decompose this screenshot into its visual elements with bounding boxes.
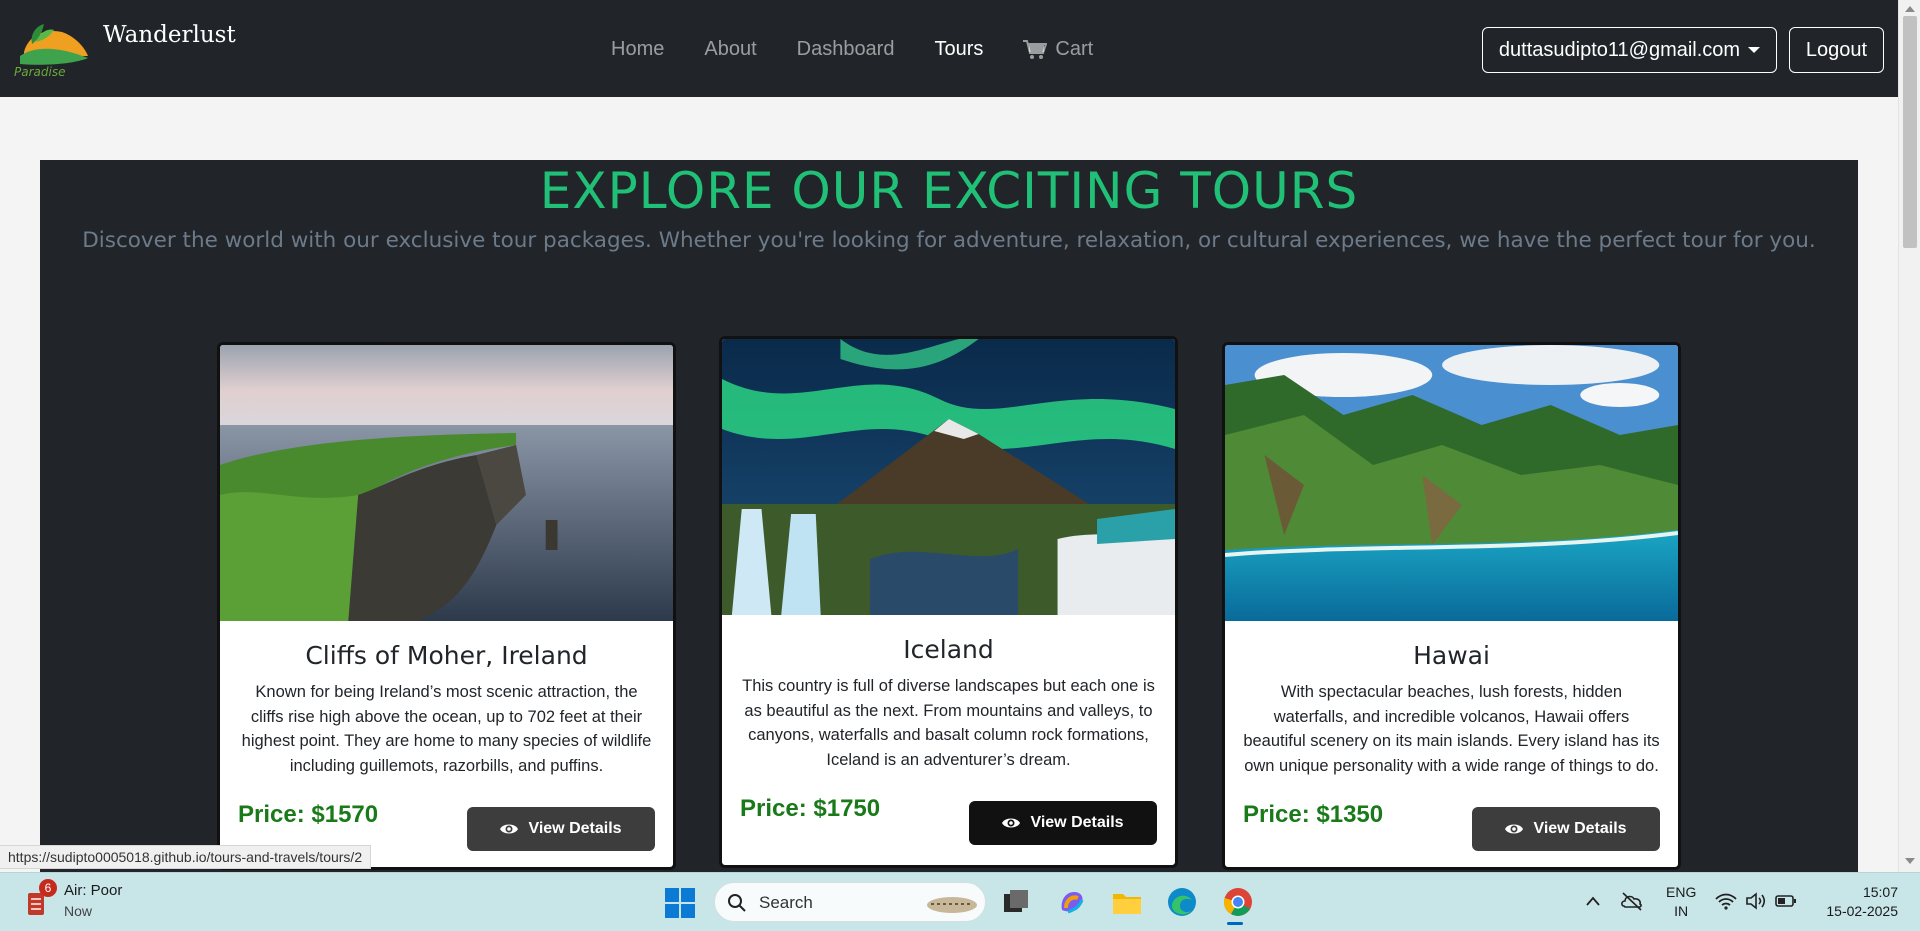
view-details-label: View Details xyxy=(1030,814,1124,831)
logout-button[interactable]: Logout xyxy=(1789,27,1884,73)
nav-about[interactable]: About xyxy=(704,38,756,61)
taskbar: 6 Air: Poor Now Search ENG IN 15:07 15-0… xyxy=(0,872,1920,931)
nav-dashboard[interactable]: Dashboard xyxy=(797,38,895,61)
tour-price: Price: $1350 xyxy=(1243,801,1384,828)
search-highlight-icon xyxy=(927,897,977,913)
tour-description: Known for being Ireland’s most scenic at… xyxy=(241,683,652,775)
eye-icon xyxy=(1002,818,1021,828)
nav-tours[interactable]: Tours xyxy=(934,38,983,61)
iceland-image xyxy=(722,339,1175,615)
clock-date: 15-02-2025 xyxy=(1826,903,1898,919)
view-details-button[interactable]: View Details xyxy=(467,807,655,851)
brand-name[interactable]: Wanderlust xyxy=(103,22,236,48)
tour-price: Price: $1570 xyxy=(238,801,379,828)
view-details-button[interactable]: View Details xyxy=(1472,807,1660,851)
search-label: Search xyxy=(759,893,813,912)
language-indicator[interactable]: ENG IN xyxy=(1666,883,1696,921)
weather-subtitle: Now xyxy=(64,903,93,919)
eye-icon xyxy=(1505,824,1524,834)
tour-title: Hawai xyxy=(1413,641,1490,670)
windows-start-icon[interactable] xyxy=(665,888,695,918)
tour-title: Cliffs of Moher, Ireland xyxy=(305,641,588,670)
page-subtitle: Discover the world with our exclusive to… xyxy=(82,228,1816,253)
cliffs-of-moher-image xyxy=(220,345,673,621)
caret-down-icon xyxy=(1748,47,1761,53)
task-view-icon[interactable] xyxy=(1000,886,1032,918)
copilot-icon[interactable] xyxy=(1056,886,1088,918)
scroll-down-arrow-icon[interactable] xyxy=(1905,858,1915,864)
card-footer: Price: $1350 View Details xyxy=(1225,795,1678,867)
battery-icon[interactable] xyxy=(1774,890,1798,912)
user-email: duttasudipto11@gmail.com xyxy=(1498,38,1741,61)
nav-home[interactable]: Home xyxy=(611,38,664,61)
scroll-thumb[interactable] xyxy=(1903,16,1917,248)
language-code: ENG xyxy=(1666,884,1697,900)
hawai-image xyxy=(1225,345,1678,621)
tour-card-iceland: Iceland This country is full of diverse … xyxy=(719,336,1178,868)
paradise-logo[interactable]: Paradise xyxy=(14,16,92,78)
chrome-browser-icon[interactable] xyxy=(1222,886,1254,918)
region-code: IN xyxy=(1674,903,1689,919)
cart-icon xyxy=(1023,39,1048,59)
page-title: EXPLORE OUR EXCITING TOURS xyxy=(539,162,1359,220)
svg-text:Paradise: Paradise xyxy=(14,65,65,78)
nav-links: Home About Dashboard Tours Cart xyxy=(611,38,1133,61)
nav-cart[interactable]: Cart xyxy=(1023,38,1093,61)
weather-badge: 6 xyxy=(39,879,57,897)
view-details-button[interactable]: View Details xyxy=(969,801,1157,845)
user-menu-dropdown[interactable]: duttasudipto11@gmail.com xyxy=(1482,27,1777,73)
taskbar-search[interactable]: Search xyxy=(714,882,986,922)
tour-title: Iceland xyxy=(903,635,994,664)
nav-cart-label: Cart xyxy=(1055,38,1094,60)
wifi-icon[interactable] xyxy=(1714,890,1738,912)
tour-card-cliffs-of-moher: Cliffs of Moher, Ireland Known for being… xyxy=(217,342,676,870)
file-explorer-icon[interactable] xyxy=(1111,886,1143,918)
system-clock[interactable]: 15:07 15-02-2025 xyxy=(1818,883,1898,921)
eye-icon xyxy=(500,824,519,834)
volume-icon[interactable] xyxy=(1744,890,1768,912)
search-icon xyxy=(728,894,746,912)
tour-card-hawai: Hawai With spectacular beaches, lush for… xyxy=(1222,342,1681,870)
navbar: Paradise Wanderlust Home About Dashboard… xyxy=(0,0,1898,97)
onedrive-offline-icon[interactable] xyxy=(1620,890,1644,912)
chevron-up-icon[interactable] xyxy=(1586,896,1600,906)
view-details-label: View Details xyxy=(528,820,622,837)
tour-description: This country is full of diverse landscap… xyxy=(742,677,1155,769)
scroll-up-arrow-icon[interactable] xyxy=(1905,6,1915,12)
page-scrollbar[interactable] xyxy=(1898,0,1920,872)
active-app-indicator xyxy=(1227,922,1243,925)
link-preview-status: https://sudipto0005018.github.io/tours-a… xyxy=(0,845,372,869)
weather-title[interactable]: Air: Poor xyxy=(64,882,122,899)
tour-description: With spectacular beaches, lush forests, … xyxy=(1243,683,1660,775)
tour-price: Price: $1750 xyxy=(740,795,881,822)
view-details-label: View Details xyxy=(1533,820,1627,837)
edge-browser-icon[interactable] xyxy=(1166,886,1198,918)
card-footer: Price: $1750 View Details xyxy=(722,789,1175,865)
clock-time: 15:07 xyxy=(1862,884,1898,900)
